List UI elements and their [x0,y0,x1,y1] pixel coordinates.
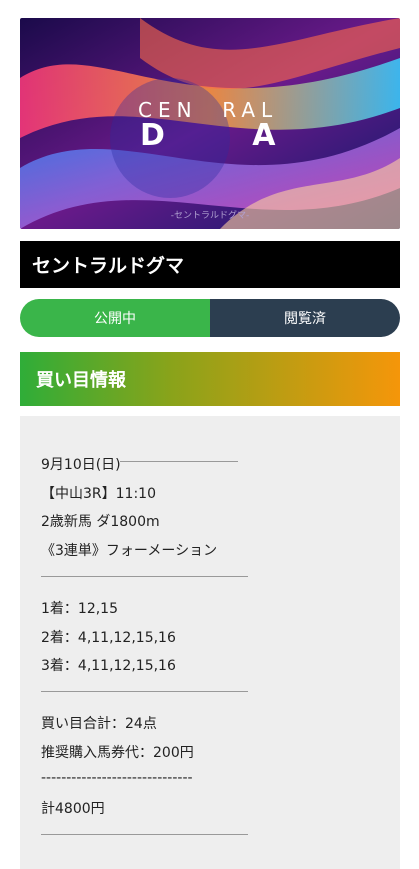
info-date: 9月10日(日) [41,457,121,473]
info-third: 3着：4,11,12,15,16 [41,658,176,674]
status-open-badge: 公開中 [20,299,210,337]
divider-2 [41,691,248,692]
info-dashes: ------------------------------ [41,770,193,786]
divider-1 [41,576,248,577]
info-race: 【中山3R】11:10 [41,486,156,502]
date-divider [120,461,238,462]
banner-subtitle: -セントラルドグマ- [170,211,250,221]
info-total: 計4800円 [41,801,105,817]
divider-3 [41,834,248,835]
banner-image: CEN RAL D A -セントラルドグマ- [20,18,400,229]
status-row: 公開中 閲覧済 [20,299,400,337]
info-total-points: 買い目合計：24点 [41,716,157,732]
info-course: 2歳新馬 ダ1800m [41,514,160,530]
info-second: 2着：4,11,12,15,16 [41,630,176,646]
banner-logo-line2: D A [140,118,290,153]
page-title: セントラルドグマ [20,241,400,288]
info-bet-type: 《3連単》フォーメーション [41,543,218,559]
info-recommended: 推奨購入馬券代：200円 [41,745,194,761]
bet-info-box: 9月10日(日) 【中山3R】11:10 2歳新馬 ダ1800m 《3連単》フォ… [20,416,400,869]
status-read-badge: 閲覧済 [210,299,400,337]
info-first: 1着：12,15 [41,601,118,617]
section-title: 買い目情報 [20,352,400,406]
